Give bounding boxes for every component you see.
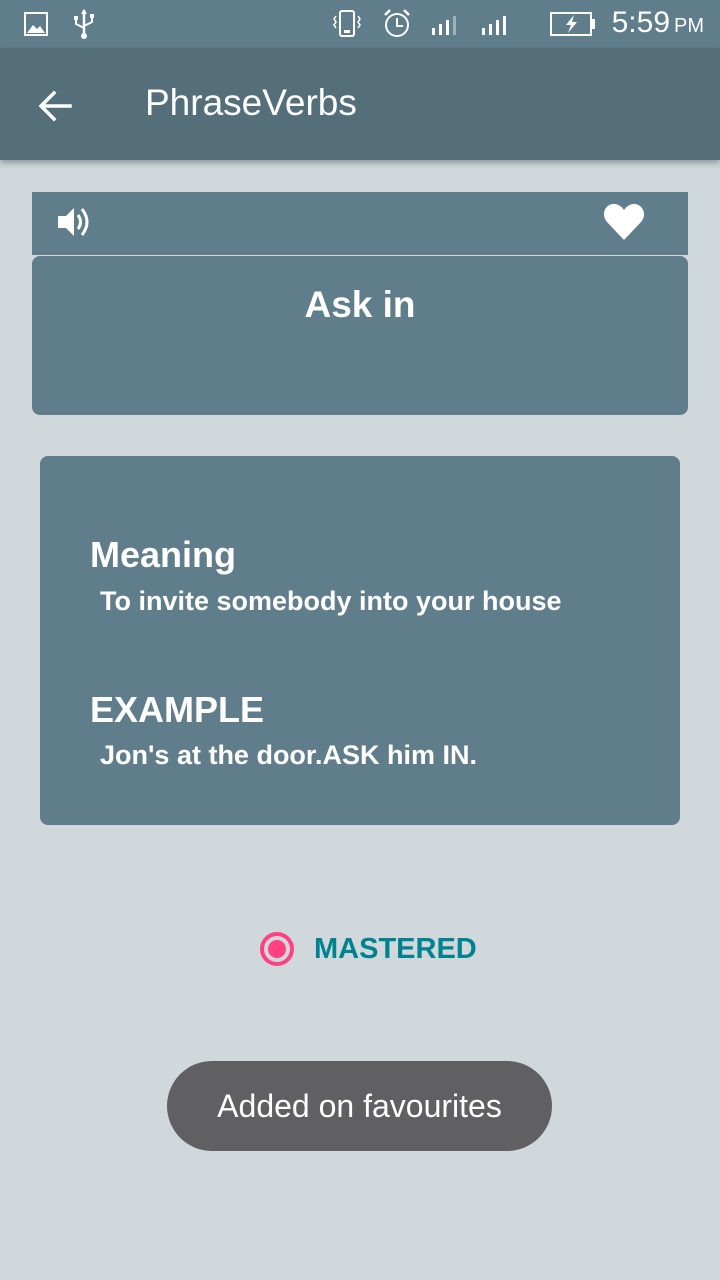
phrase-title: Ask in xyxy=(304,284,416,325)
clock-ampm: PM xyxy=(674,15,704,37)
vibrate-icon xyxy=(333,10,361,37)
usb-icon xyxy=(74,9,94,39)
phrase-card: Ask in xyxy=(32,256,688,415)
app-title: PhraseVerbs xyxy=(145,82,357,123)
radio-checked-dot xyxy=(268,940,286,958)
clock-time: 5:59 xyxy=(611,6,670,39)
battery-charging-icon xyxy=(550,12,595,36)
clock: 5:59 PM xyxy=(612,6,704,40)
toast: Added on favourites xyxy=(167,1061,552,1151)
app-bar: PhraseVerbs xyxy=(0,48,720,160)
example-label: EXAMPLE xyxy=(90,689,265,730)
volume-icon[interactable] xyxy=(56,204,92,240)
signal-icon xyxy=(482,16,506,35)
arrow-back-icon[interactable] xyxy=(36,86,76,126)
meaning-label: Meaning xyxy=(90,534,237,575)
example-text: Jon's at the door.ASK him IN. xyxy=(100,740,477,770)
heart-icon[interactable] xyxy=(602,202,646,242)
details-card: Meaning To invite somebody into your hou… xyxy=(40,456,680,825)
image-icon xyxy=(24,12,48,36)
mastered-label: MASTERED xyxy=(314,932,477,965)
mastered-toggle[interactable]: MASTERED xyxy=(260,928,477,970)
meaning-text: To invite somebody into your house xyxy=(100,586,562,616)
phrase-card-toolbar xyxy=(32,192,688,255)
status-bar: 5:59 PM xyxy=(0,0,720,48)
mastered-radio[interactable] xyxy=(260,932,294,966)
alarm-icon xyxy=(384,9,410,37)
toast-message: Added on favourites xyxy=(217,1087,502,1124)
signal-icon xyxy=(432,16,456,35)
